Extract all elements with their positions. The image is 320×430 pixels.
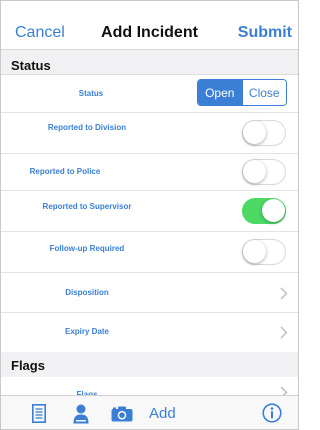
reported-to-police-label: Reported to Police [29,167,101,176]
follow-up-required-label: Follow-up Required [49,244,125,253]
chevron-right-icon [280,287,288,300]
camera-icon[interactable] [111,406,133,422]
nav-bar: Cancel Add Incident Submit [1,1,298,50]
reported-to-division-label: Reported to Division [47,123,127,132]
toggle-knob [243,240,266,263]
submit-button[interactable]: Submit [238,24,292,42]
cancel-button[interactable]: Cancel [15,24,65,42]
expiry-date-row[interactable]: Expiry Date [1,313,298,351]
toggle-row-follow-up: Follow-up Required [1,232,298,273]
reported-to-division-toggle[interactable] [242,120,286,146]
section-title-status: Status [11,58,51,73]
info-icon[interactable] [262,403,282,423]
toggle-row-division: Reported to Division [1,113,298,154]
expiry-date-label: Expiry Date [64,327,110,336]
toggle-knob [243,160,266,183]
document-icon[interactable] [32,404,46,423]
reported-to-supervisor-label: Reported to Supervisor [42,202,132,211]
status-label: Status [78,89,104,98]
app-frame: Cancel Add Incident Submit Status Status… [0,0,299,430]
section-header-flags: Flags [1,352,298,377]
follow-up-required-toggle[interactable] [242,239,286,265]
disposition-label: Disposition [65,288,109,297]
chevron-right-icon [280,326,288,339]
reported-to-police-toggle[interactable] [242,159,286,185]
section-header-status: Status [1,50,298,75]
section-title-flags: Flags [11,358,45,373]
toggle-knob [243,121,266,144]
status-open-segment[interactable]: Open [198,80,242,105]
disposition-row[interactable]: Disposition [1,273,298,313]
toggle-row-police: Reported to Police [1,154,298,191]
toggle-knob [262,199,285,222]
bottom-toolbar: Add [1,395,298,429]
add-button[interactable]: Add [149,405,176,422]
person-icon[interactable] [73,404,89,424]
reported-to-supervisor-toggle[interactable] [242,198,286,224]
status-close-segment[interactable]: Close [241,80,286,105]
status-segmented-control: Open Close [197,79,287,106]
toggle-row-supervisor: Reported to Supervisor [1,191,298,232]
